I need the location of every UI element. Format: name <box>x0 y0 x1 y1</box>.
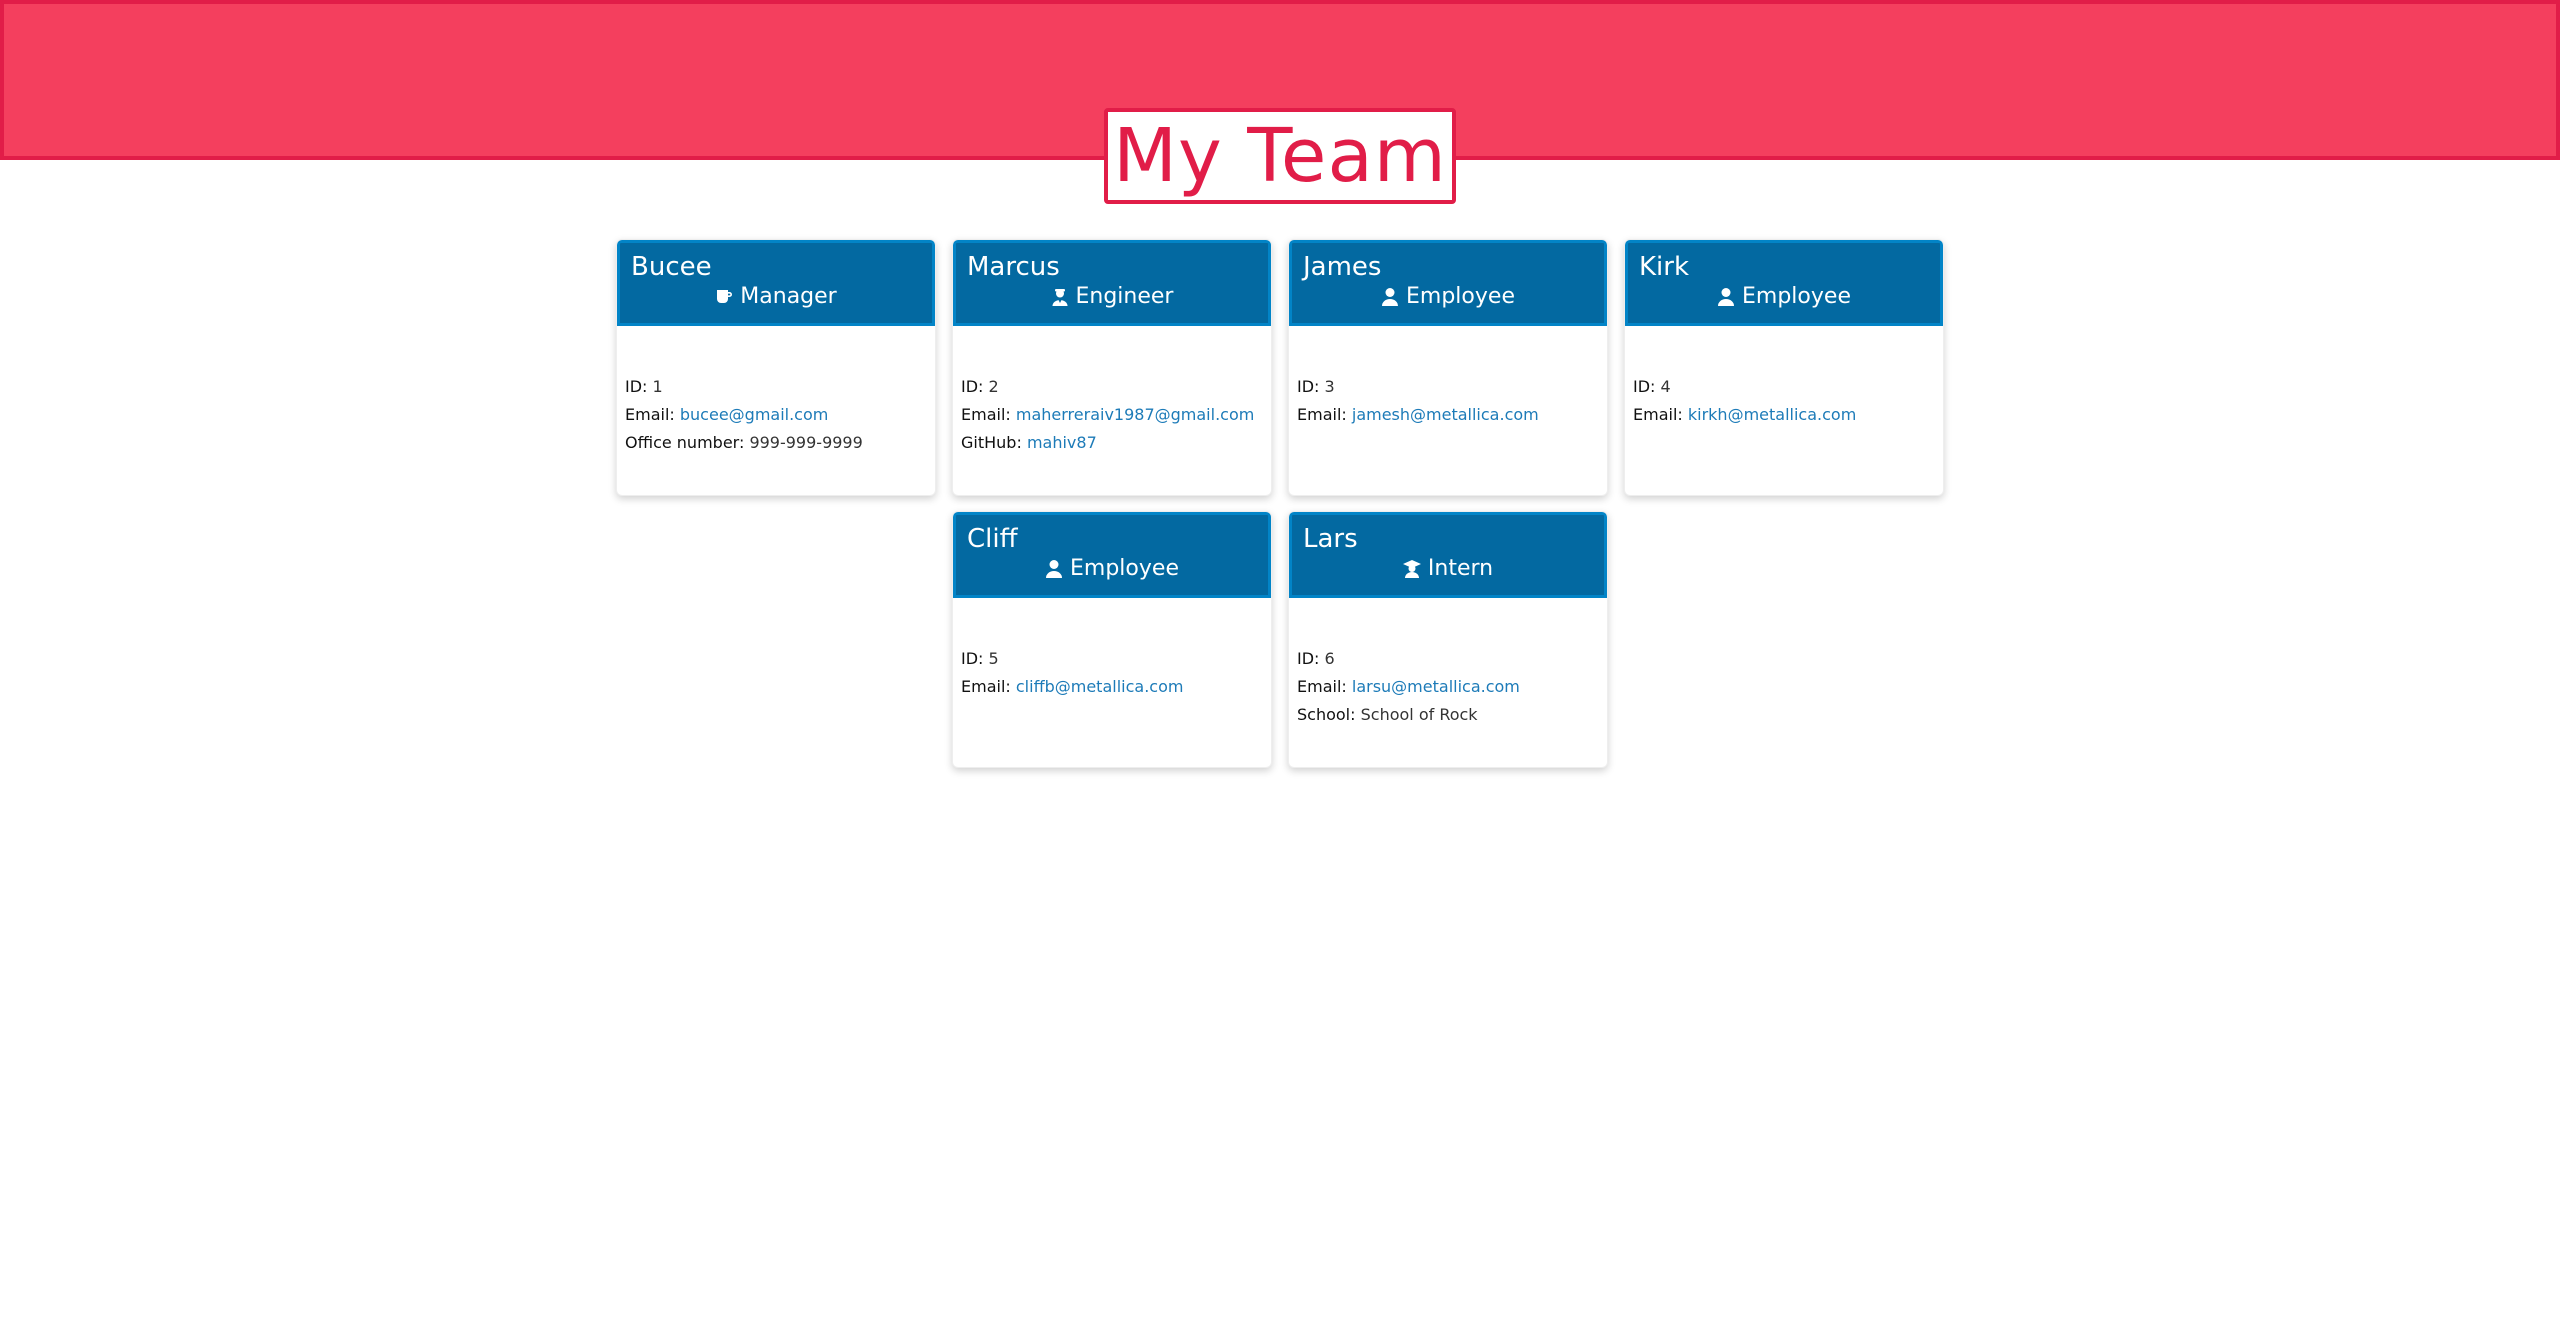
office-line: Office number: 999-999-9999 <box>625 429 927 457</box>
email-line: Email: bucee@gmail.com <box>625 401 927 429</box>
employee-role: Employee <box>1639 283 1928 311</box>
user-icon <box>1716 287 1736 307</box>
role-label: Employee <box>1070 556 1179 581</box>
team-card-marcus: Marcus Engineer ID: 2 Email: maherreraiv… <box>952 239 1272 496</box>
github-line: GitHub: mahiv87 <box>961 429 1263 457</box>
user-icon <box>1380 287 1400 307</box>
github-link[interactable]: mahiv87 <box>1027 433 1097 452</box>
email-label: Email: <box>1297 677 1347 696</box>
id-value: 4 <box>1660 377 1671 396</box>
mug-icon <box>714 287 734 307</box>
team-card-cliff: Cliff Employee ID: 5 Email: cliffb@metal… <box>952 511 1272 768</box>
office-value: 999-999-9999 <box>749 433 863 452</box>
card-header: Kirk Employee <box>1625 240 1943 326</box>
team-row-2: Cliff Employee ID: 5 Email: cliffb@metal… <box>0 511 2560 768</box>
id-line: ID: 3 <box>1297 373 1599 401</box>
id-label: ID: <box>625 377 648 396</box>
team-card-james: James Employee ID: 3 Email: jamesh@metal… <box>1288 239 1608 496</box>
email-link[interactable]: kirkh@metallica.com <box>1688 405 1856 424</box>
office-label: Office number: <box>625 433 745 452</box>
email-link[interactable]: jamesh@metallica.com <box>1352 405 1539 424</box>
email-label: Email: <box>961 405 1011 424</box>
card-body: ID: 6 Email: larsu@metallica.com School:… <box>1289 598 1607 729</box>
card-header: James Employee <box>1289 240 1607 326</box>
school-label: School: <box>1297 705 1356 724</box>
role-label: Manager <box>740 284 837 309</box>
engineer-icon <box>1050 287 1070 307</box>
id-label: ID: <box>961 377 984 396</box>
email-label: Email: <box>1633 405 1683 424</box>
email-link[interactable]: bucee@gmail.com <box>680 405 828 424</box>
employee-role: Employee <box>967 555 1256 583</box>
id-label: ID: <box>1633 377 1656 396</box>
user-icon <box>1044 559 1064 579</box>
role-label: Engineer <box>1075 284 1174 309</box>
id-line: ID: 5 <box>961 645 1263 673</box>
employee-name: Bucee <box>631 252 712 282</box>
card-body: ID: 3 Email: jamesh@metallica.com <box>1289 326 1607 429</box>
school-value: School of Rock <box>1360 705 1478 724</box>
id-label: ID: <box>1297 649 1320 668</box>
email-line: Email: larsu@metallica.com <box>1297 673 1599 701</box>
email-line: Email: jamesh@metallica.com <box>1297 401 1599 429</box>
id-value: 1 <box>652 377 663 396</box>
card-body: ID: 1 Email: bucee@gmail.com Office numb… <box>617 326 935 457</box>
card-header: Bucee Manager <box>617 240 935 326</box>
employee-name: Lars <box>1303 524 1358 554</box>
id-value: 2 <box>988 377 999 396</box>
id-line: ID: 2 <box>961 373 1263 401</box>
email-link[interactable]: cliffb@metallica.com <box>1016 677 1184 696</box>
team-card-lars: Lars Intern ID: 6 Email: larsu@metallica… <box>1288 511 1608 768</box>
card-body: ID: 4 Email: kirkh@metallica.com <box>1625 326 1943 429</box>
id-line: ID: 1 <box>625 373 927 401</box>
id-value: 5 <box>988 649 999 668</box>
employee-name: Cliff <box>967 524 1018 554</box>
id-value: 3 <box>1324 377 1335 396</box>
role-label: Intern <box>1427 556 1494 581</box>
id-line: ID: 6 <box>1297 645 1599 673</box>
card-header: Cliff Employee <box>953 512 1271 598</box>
id-value: 6 <box>1324 649 1335 668</box>
card-header: Marcus Engineer <box>953 240 1271 326</box>
school-line: School: School of Rock <box>1297 701 1599 729</box>
employee-role: Employee <box>1303 283 1592 311</box>
team-card-kirk: Kirk Employee ID: 4 Email: kirkh@metalli… <box>1624 239 1944 496</box>
card-body: ID: 5 Email: cliffb@metallica.com <box>953 598 1271 701</box>
email-line: Email: kirkh@metallica.com <box>1633 401 1935 429</box>
employee-role: Manager <box>631 283 920 311</box>
team-card-bucee: Bucee Manager ID: 1 Email: bucee@gmail.c… <box>616 239 936 496</box>
email-label: Email: <box>625 405 675 424</box>
email-label: Email: <box>961 677 1011 696</box>
github-label: GitHub: <box>961 433 1022 452</box>
graduate-icon <box>1402 559 1422 579</box>
employee-name: James <box>1303 252 1382 282</box>
card-header: Lars Intern <box>1289 512 1607 598</box>
employee-name: Kirk <box>1639 252 1690 282</box>
employee-name: Marcus <box>967 252 1060 282</box>
id-label: ID: <box>961 649 984 668</box>
role-label: Employee <box>1742 284 1851 309</box>
email-line: Email: maherreraiv1987@gmail.com <box>961 401 1263 429</box>
email-line: Email: cliffb@metallica.com <box>961 673 1263 701</box>
page-title: My Team <box>1104 108 1456 204</box>
email-link[interactable]: maherreraiv1987@gmail.com <box>1016 405 1254 424</box>
email-link[interactable]: larsu@metallica.com <box>1352 677 1520 696</box>
team-row-1: Bucee Manager ID: 1 Email: bucee@gmail.c… <box>0 239 2560 496</box>
id-line: ID: 4 <box>1633 373 1935 401</box>
employee-role: Engineer <box>967 283 1256 311</box>
role-label: Employee <box>1406 284 1515 309</box>
email-label: Email: <box>1297 405 1347 424</box>
card-body: ID: 2 Email: maherreraiv1987@gmail.com G… <box>953 326 1271 457</box>
employee-role: Intern <box>1303 555 1592 583</box>
id-label: ID: <box>1297 377 1320 396</box>
